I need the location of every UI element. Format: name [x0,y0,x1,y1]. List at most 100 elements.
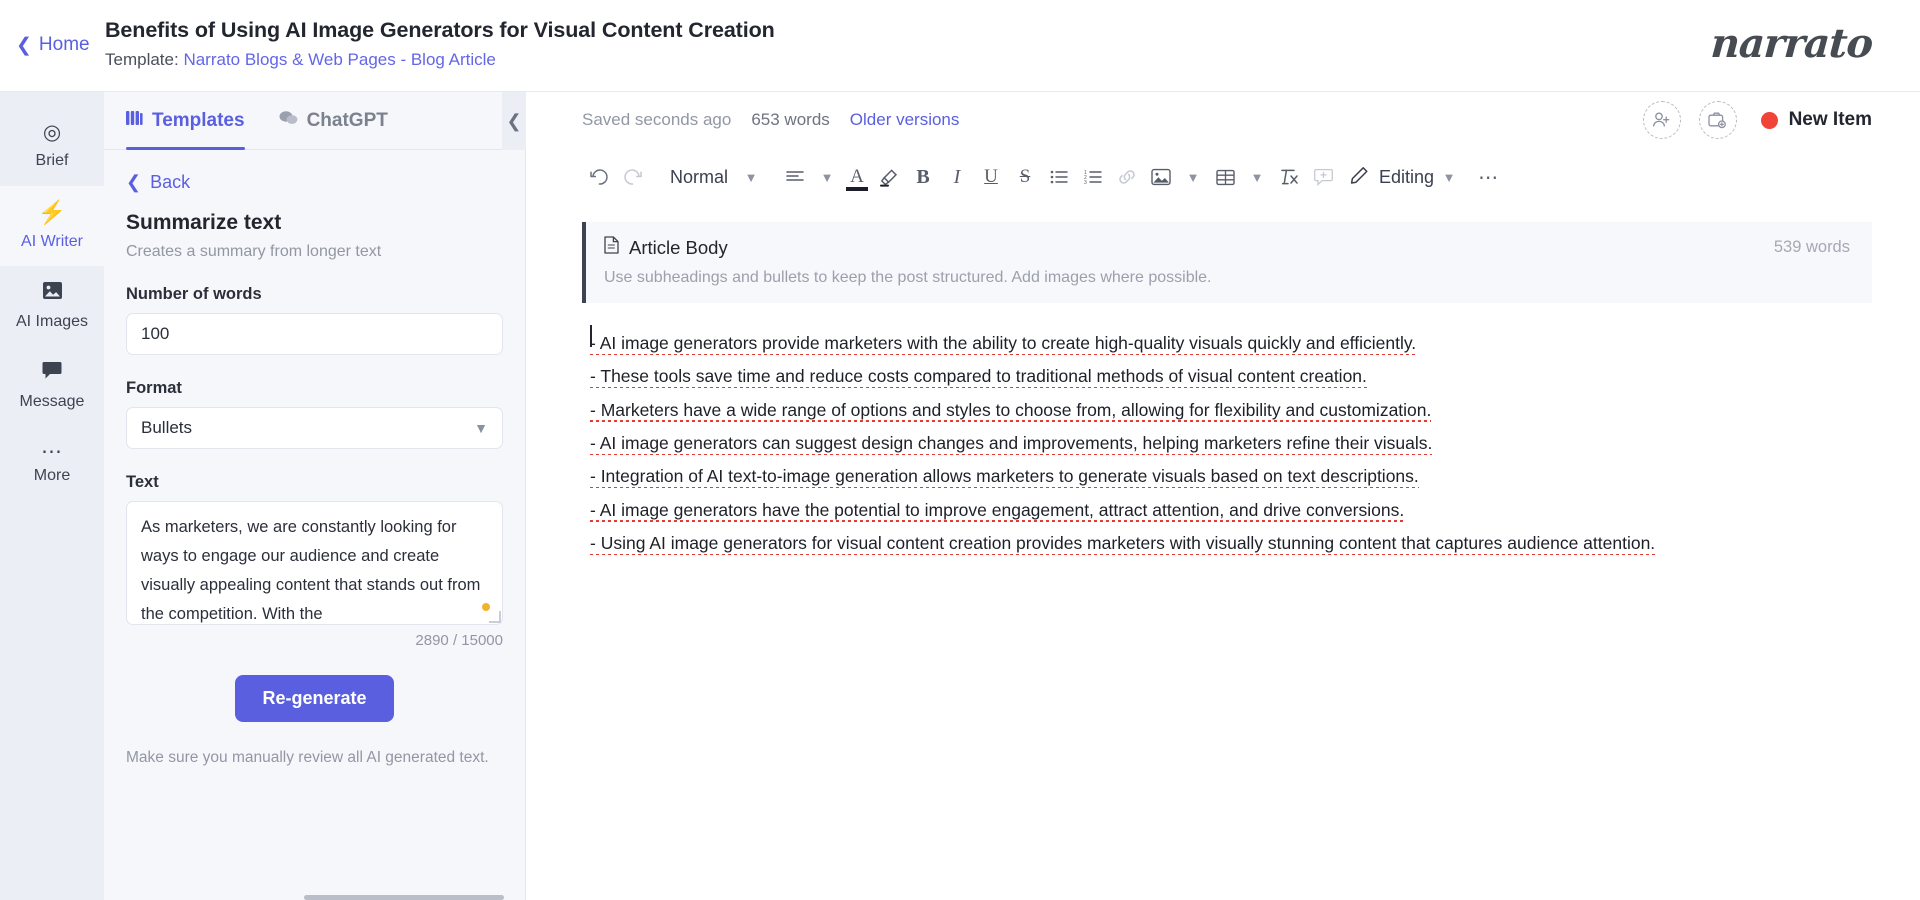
field-number-of-words: Number of words 100 [126,285,503,355]
ai-disclaimer: Make sure you manually review all AI gen… [126,746,503,771]
editable-content[interactable]: - AI image generators provide marketers … [582,303,1872,557]
content-line-text: - Using AI image generators for visual c… [590,533,1655,555]
chevron-left-icon: ❮ [126,172,141,193]
content-line[interactable]: - AI image generators provide marketers … [590,329,1868,357]
document-editor: Saved seconds ago 653 words Older versio… [526,92,1920,900]
clear-format-icon[interactable] [1272,160,1306,194]
content-line[interactable]: - Integration of AI text-to-image genera… [590,462,1868,490]
content-line-text: - Marketers have a wide range of options… [590,400,1431,422]
status-badge [1761,112,1778,129]
content-line[interactable]: - AI image generators have the potential… [590,496,1868,524]
sidebar-item-message[interactable]: Message [0,346,104,426]
content-line-text: - AI image generators provide marketers … [590,333,1416,355]
sidebar-item-more[interactable]: ⋯ More [0,426,104,506]
back-label: Back [150,172,190,193]
format-value: Bullets [141,418,192,438]
content-line[interactable]: - AI image generators can suggest design… [590,429,1868,457]
field-label: Number of words [126,285,503,304]
chat-bubbles-icon [279,110,298,131]
field-label: Text [126,473,503,492]
editor-status-actions: New Item [1643,101,1872,139]
re-generate-button[interactable]: Re-generate [235,675,393,722]
templates-grid-icon [126,110,143,131]
highlighter-icon[interactable] [872,160,906,194]
bullet-list-icon[interactable] [1042,160,1076,194]
chevron-down-icon[interactable]: ▼ [736,160,766,194]
section-word-count: 539 words [1774,238,1850,257]
field-text: Text As marketers, we are constantly loo… [126,473,503,649]
body-wrapper: ◎ Brief ⚡ AI Writer AI Images Message [0,92,1920,900]
chevron-left-icon: ❮ [16,36,32,55]
collapse-panel-button[interactable]: ❮ [502,92,526,150]
document-titles: Benefits of Using AI Image Generators fo… [105,0,775,70]
formatting-toolbar: Normal ▼ ▼ A B I U S [526,148,1920,206]
template-link[interactable]: Narrato Blogs & Web Pages - Blog Article [183,50,495,69]
sidebar-item-label: Message [20,393,85,411]
sidebar-item-brief[interactable]: ◎ Brief [0,106,104,186]
font-color-icon[interactable]: A [842,160,872,194]
content-line[interactable]: - These tools save time and reduce costs… [590,362,1868,390]
content-line[interactable]: - Using AI image generators for visual c… [590,529,1868,557]
bold-icon[interactable]: B [906,160,940,194]
text-caret [590,325,592,347]
tab-label: ChatGPT [307,110,388,132]
add-media-icon[interactable] [1699,101,1737,139]
older-versions-link[interactable]: Older versions [850,110,960,130]
tab-templates[interactable]: Templates [126,92,245,150]
ellipsis-icon[interactable]: ⋯ [1478,165,1499,190]
field-format: Format Bullets ▼ [126,379,503,449]
chevron-down-icon[interactable]: ▼ [1434,160,1464,194]
section-title-row: Article Body [604,236,1850,259]
panel-horizontal-scrollbar[interactable] [304,895,504,900]
new-item-button[interactable]: New Item [1761,109,1872,131]
ai-writer-panel: Templates ChatGPT ❮ ❮ Back Summarize tex… [104,92,526,900]
undo-icon[interactable] [582,160,616,194]
add-comment-icon[interactable] [1306,160,1340,194]
tab-label: Templates [152,110,245,132]
format-select[interactable]: Bullets ▼ [126,407,503,449]
font-color-swatch [846,187,868,191]
chevron-down-icon[interactable]: ▼ [1242,160,1272,194]
italic-icon[interactable]: I [940,160,974,194]
section-hint: Use subheadings and bullets to keep the … [604,269,1850,287]
numbered-list-icon[interactable]: 123 [1076,160,1110,194]
number-of-words-input[interactable]: 100 [126,313,503,355]
add-person-icon[interactable] [1643,101,1681,139]
table-icon[interactable] [1208,160,1242,194]
svg-text:3: 3 [1084,180,1087,184]
content-line-text: - AI image generators can suggest design… [590,433,1432,455]
underline-icon[interactable]: U [974,160,1008,194]
editing-mode-button[interactable]: Editing [1350,166,1434,189]
strikethrough-icon[interactable]: S [1008,160,1042,194]
template-line: Template: Narrato Blogs & Web Pages - Bl… [105,50,775,70]
chat-bubble-icon [42,361,62,384]
content-line-text: - Integration of AI text-to-image genera… [590,466,1419,488]
field-label: Format [126,379,503,398]
section-title: Article Body [629,237,728,259]
text-textarea[interactable]: As marketers, we are constantly looking … [126,501,503,625]
redo-icon[interactable] [616,160,650,194]
page-title: Benefits of Using AI Image Generators fo… [105,18,775,43]
sidebar-item-ai-writer[interactable]: ⚡ AI Writer [0,186,104,266]
sidebar-item-ai-images[interactable]: AI Images [0,266,104,346]
app-root: ❮ Home Benefits of Using AI Image Genera… [0,0,1920,900]
chevron-down-icon[interactable]: ▼ [1178,160,1208,194]
editing-mode-label: Editing [1379,167,1434,188]
resize-handle[interactable] [489,611,501,623]
back-button[interactable]: ❮ Back [126,172,503,193]
paragraph-style-select[interactable]: Normal [662,167,736,188]
image-icon[interactable] [1144,160,1178,194]
pencil-icon [1350,166,1369,189]
document-area: Article Body 539 words Use subheadings a… [526,206,1920,900]
tab-chatgpt[interactable]: ChatGPT [279,92,388,150]
home-label: Home [39,34,90,56]
home-back-link[interactable]: ❮ Home [0,0,105,56]
sidebar-item-label: Brief [36,152,69,170]
template-description: Creates a summary from longer text [126,243,503,261]
ellipsis-icon: ⋯ [41,447,63,458]
link-icon[interactable] [1110,160,1144,194]
chevron-down-icon[interactable]: ▼ [812,160,842,194]
content-line[interactable]: - Marketers have a wide range of options… [590,396,1868,424]
character-counter: 2890 / 15000 [126,632,503,649]
align-left-icon[interactable] [778,160,812,194]
